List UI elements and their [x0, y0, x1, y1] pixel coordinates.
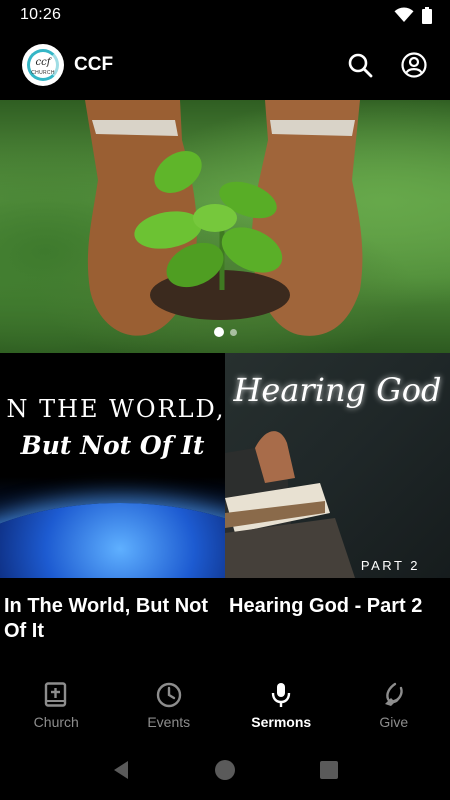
bible-icon: [45, 682, 67, 707]
sermon-card[interactable]: Hearing God PART 2 Hearing God - Part 2: [225, 353, 450, 644]
status-bar: 10:26: [0, 0, 450, 30]
sermon-title[interactable]: In The World, But Not Of It: [0, 578, 225, 644]
logo-text: ccf: [35, 57, 51, 68]
carousel-dot-active[interactable]: [213, 327, 224, 337]
home-icon[interactable]: [214, 759, 236, 781]
search-button[interactable]: [346, 51, 374, 79]
sermon-thumbnail[interactable]: Hearing God PART 2: [225, 353, 450, 578]
gloved-hands-seedling-image: [85, 100, 363, 336]
recents-icon[interactable]: [319, 760, 339, 780]
sermon-thumbnail[interactable]: N THE WORLD, But Not Of It: [0, 353, 225, 578]
clock-icon: [156, 682, 181, 708]
account-icon: [401, 52, 427, 78]
sermon-card[interactable]: N THE WORLD, But Not Of It In The World,…: [0, 353, 225, 644]
nav-label-sermons: Sermons: [251, 714, 312, 730]
back-icon[interactable]: [111, 759, 131, 781]
sermon-list: N THE WORLD, But Not Of It In The World,…: [0, 353, 450, 644]
nav-item-church[interactable]: Church: [0, 670, 113, 740]
account-button[interactable]: [400, 51, 428, 79]
earth-image: [0, 503, 225, 578]
search-icon: [348, 53, 373, 78]
carousel-indicators[interactable]: [0, 327, 450, 337]
hero-carousel[interactable]: [0, 100, 450, 353]
thumbnail-part-label: PART 2: [360, 558, 420, 573]
nav-label-give: Give: [379, 714, 409, 730]
nav-item-give[interactable]: Give: [338, 670, 450, 740]
bottom-navigation: Church Events Sermons Give: [0, 670, 450, 740]
thumbnail-heading: Hearing God: [233, 371, 442, 409]
nav-item-sermons[interactable]: Sermons: [225, 670, 338, 740]
status-time: 10:26: [20, 6, 62, 23]
app-actions: [346, 51, 428, 79]
carousel-dot[interactable]: [229, 328, 237, 336]
battery-icon: [422, 6, 432, 24]
nav-item-events[interactable]: Events: [113, 670, 226, 740]
wifi-icon: [394, 7, 414, 23]
status-icons: [394, 6, 432, 24]
logo-subtext: CHURCH: [31, 70, 55, 76]
system-navigation-bar: [0, 740, 450, 800]
app-bar: ccf CHURCH CCF: [0, 30, 450, 100]
thumbnail-subheading: But Not Of It: [20, 431, 205, 460]
thumbnail-heading: N THE WORLD,: [6, 395, 225, 423]
church-logo[interactable]: ccf CHURCH: [22, 44, 64, 86]
app-title: CCF: [74, 54, 114, 75]
microphone-icon: [272, 683, 291, 707]
sermon-title[interactable]: Hearing God - Part 2: [225, 578, 450, 619]
nav-label-church: Church: [33, 714, 79, 730]
nav-label-events: Events: [147, 714, 191, 730]
give-icon: [384, 682, 403, 706]
